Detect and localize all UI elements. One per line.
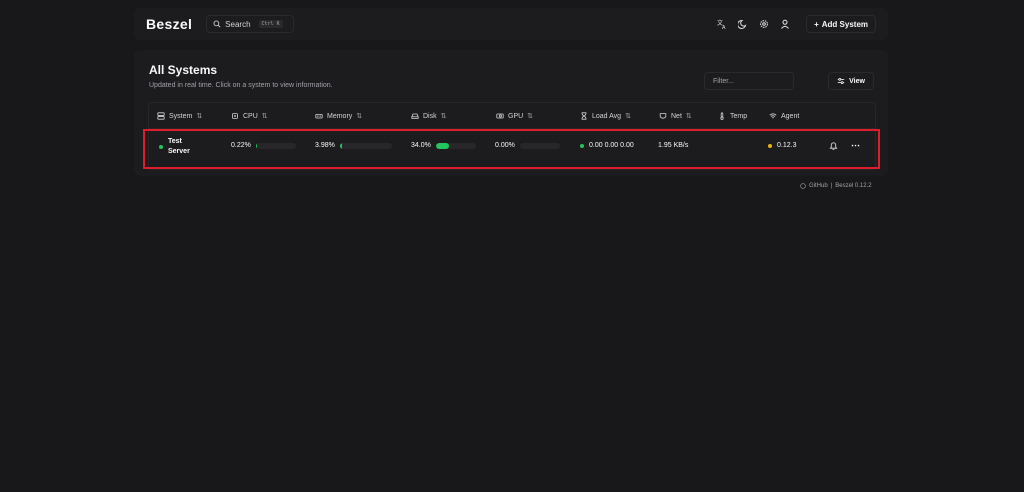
page-title: All Systems (149, 63, 218, 77)
app-logo[interactable]: Beszel (146, 16, 192, 32)
memory-cell: 3.98% (315, 142, 392, 149)
column-agent[interactable]: Agent (769, 112, 799, 120)
plus-icon: + (814, 19, 819, 29)
column-load-avg-label: Load Avg (592, 112, 622, 120)
add-system-label: Add System (821, 19, 868, 29)
gpu-value: 0.00% (495, 142, 515, 149)
cpu-icon (232, 113, 238, 119)
memory-bar (339, 142, 392, 149)
gpu-bar (519, 142, 560, 149)
user-icon[interactable] (779, 18, 791, 30)
sort-icon: ⇅ (527, 113, 534, 120)
disk-cell: 34.0% (411, 142, 476, 149)
column-load-avg[interactable]: Load Avg ⇅ (580, 112, 631, 120)
systems-table: System ⇅ CPU ⇅ Memory ⇅ Disk ⇅ GPU ⇅ Loa… (148, 102, 876, 170)
settings-icon[interactable] (758, 18, 770, 30)
cpu-value: 0.22% (231, 142, 251, 149)
search-icon (213, 20, 221, 28)
memory-value: 3.98% (315, 142, 335, 149)
view-label: View (849, 77, 865, 85)
sort-icon: ⇅ (261, 113, 268, 120)
column-memory[interactable]: Memory ⇅ (315, 112, 362, 120)
table-row[interactable]: Test Server 0.22% 3.98% 34.0% 0.00% 0.00… (149, 130, 875, 170)
net-cell: 1.95 KB/s (658, 142, 688, 149)
column-gpu-label: GPU (508, 112, 524, 120)
column-system[interactable]: System ⇅ (157, 112, 202, 120)
github-icon (800, 183, 806, 189)
disk-icon (411, 113, 419, 119)
column-system-label: System (169, 112, 193, 120)
filter-input[interactable]: Filter... (704, 72, 794, 90)
column-memory-label: Memory (327, 112, 353, 120)
cpu-cell: 0.22% (231, 142, 296, 149)
wifi-icon (769, 113, 777, 119)
column-net[interactable]: Net ⇅ (659, 112, 692, 120)
agent-cell: 0.12.3 (768, 142, 796, 149)
column-gpu[interactable]: GPU ⇅ (496, 112, 533, 120)
disk-value: 34.0% (411, 142, 431, 149)
search-shortcut: Ctrl K (258, 20, 283, 28)
net-value: 1.95 KB/s (658, 142, 689, 149)
load-status-dot (580, 143, 584, 148)
system-name[interactable]: Test Server (168, 137, 190, 157)
top-bar: Beszel Search Ctrl K 文A + Add System (134, 8, 888, 40)
column-net-label: Net (671, 112, 682, 120)
column-temp-label: Temp (730, 112, 748, 120)
systems-card: All Systems Updated in real time. Click … (134, 50, 888, 176)
sort-icon: ⇅ (356, 113, 363, 120)
disk-bar-fill (435, 142, 450, 149)
column-cpu-label: CPU (243, 112, 258, 120)
agent-version: 0.12.3 (777, 142, 797, 149)
load-avg-cell: 0.00 0.00 0.00 (580, 142, 634, 149)
version-link[interactable]: Beszel 0.12.2 (835, 183, 871, 189)
load-avg-value: 0.00 0.00 0.00 (589, 142, 634, 149)
column-disk[interactable]: Disk ⇅ (411, 112, 447, 120)
cpu-bar-fill (255, 142, 258, 149)
column-agent-label: Agent (781, 112, 800, 120)
sort-icon: ⇅ (440, 113, 447, 120)
sort-icon: ⇅ (625, 113, 631, 120)
table-header: System ⇅ CPU ⇅ Memory ⇅ Disk ⇅ GPU ⇅ Loa… (149, 103, 875, 129)
agent-status-dot (768, 143, 772, 148)
system-name-line2: Server (168, 148, 190, 155)
status-dot (159, 145, 163, 149)
more-options-icon[interactable]: ⋯ (851, 140, 860, 151)
search-label: Search (225, 19, 251, 29)
hourglass-icon (581, 112, 587, 120)
translate-icon[interactable]: 文A (716, 18, 728, 30)
footer: GitHub | Beszel 0.12.2 (800, 183, 872, 189)
system-cell[interactable]: Test Server (159, 137, 190, 157)
column-temp[interactable]: Temp (718, 112, 747, 120)
page-subtitle: Updated in real time. Click on a system … (149, 82, 333, 89)
sort-icon: ⇅ (685, 113, 692, 120)
column-cpu[interactable]: CPU ⇅ (231, 112, 268, 120)
cpu-bar (255, 142, 296, 149)
sliders-icon (837, 78, 845, 84)
network-icon (659, 113, 667, 119)
theme-toggle-icon[interactable] (737, 18, 749, 30)
footer-separator: | (830, 183, 833, 189)
server-icon (157, 112, 165, 120)
column-disk-label: Disk (423, 112, 437, 120)
view-button[interactable]: View (828, 72, 874, 90)
memory-bar-fill (339, 142, 342, 149)
svg-text:A: A (722, 25, 726, 29)
sort-icon: ⇅ (196, 113, 203, 120)
search-button[interactable]: Search Ctrl K (206, 15, 295, 33)
thermometer-icon (720, 112, 724, 120)
gpu-icon (496, 113, 504, 119)
disk-bar (435, 142, 476, 149)
github-link[interactable]: GitHub (809, 183, 828, 189)
gpu-cell: 0.00% (495, 142, 560, 149)
memory-icon (315, 114, 323, 119)
bell-icon[interactable] (829, 141, 838, 150)
system-name-line1: Test (168, 138, 182, 145)
add-system-button[interactable]: + Add System (806, 15, 876, 33)
